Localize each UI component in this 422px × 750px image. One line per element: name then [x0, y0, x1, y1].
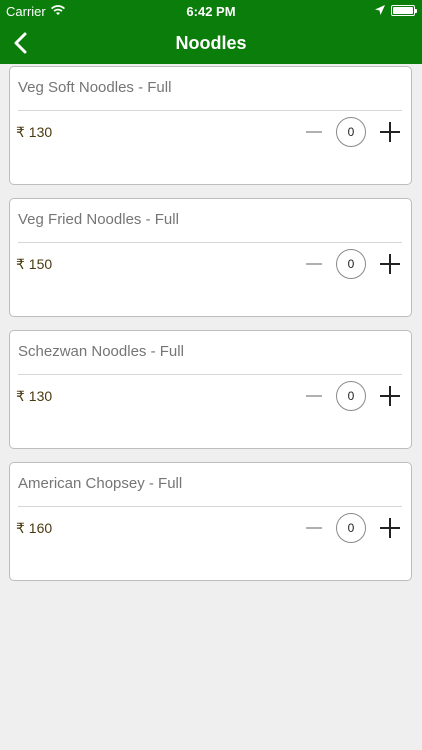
- location-arrow-icon: [375, 5, 385, 15]
- decrease-quantity-button[interactable]: [303, 117, 325, 147]
- navigation-bar: Noodles: [0, 22, 422, 64]
- item-name: American Chopsey - Full: [18, 475, 183, 492]
- increase-quantity-button[interactable]: [378, 120, 402, 144]
- divider: [18, 374, 402, 375]
- increase-quantity-button[interactable]: [378, 252, 402, 276]
- divider: [18, 506, 402, 507]
- increase-quantity-button[interactable]: [378, 516, 402, 540]
- item-name: Schezwan Noodles - Full: [18, 343, 184, 360]
- decrease-quantity-button[interactable]: [303, 249, 325, 279]
- menu-item-card: Veg Soft Noodles - Full ₹ 130 0: [9, 66, 412, 185]
- status-time: 6:42 PM: [186, 4, 236, 19]
- item-price: ₹ 160: [16, 520, 53, 536]
- quantity-value: 0: [336, 249, 366, 279]
- divider: [18, 110, 402, 111]
- page-title: Noodles: [175, 33, 247, 53]
- item-price: ₹ 130: [16, 388, 53, 404]
- status-bar: Carrier 6:42 PM: [0, 0, 422, 22]
- quantity-value: 0: [336, 381, 366, 411]
- quantity-value: 0: [336, 513, 366, 543]
- item-price: ₹ 150: [16, 256, 53, 272]
- increase-quantity-button[interactable]: [378, 384, 402, 408]
- divider: [18, 242, 402, 243]
- menu-item-card: Veg Fried Noodles - Full ₹ 150 0: [9, 198, 412, 317]
- menu-item-card: Schezwan Noodles - Full ₹ 130 0: [9, 330, 412, 449]
- item-name: Veg Soft Noodles - Full: [18, 79, 172, 96]
- decrease-quantity-button[interactable]: [303, 381, 325, 411]
- quantity-value: 0: [336, 117, 366, 147]
- menu-item-card: American Chopsey - Full ₹ 160 0: [9, 462, 412, 581]
- battery-icon: [391, 5, 417, 16]
- decrease-quantity-button[interactable]: [303, 513, 325, 543]
- item-name: Veg Fried Noodles - Full: [18, 211, 179, 228]
- item-price: ₹ 130: [16, 124, 53, 140]
